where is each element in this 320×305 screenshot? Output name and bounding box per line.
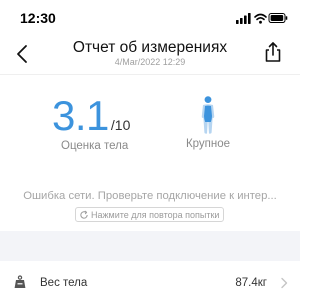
signal-bar-3 [244, 15, 247, 24]
page-title: Отчет об измерениях [72, 39, 228, 56]
section-separator [0, 231, 300, 261]
score-max: /10 [110, 117, 131, 133]
chevron-right-icon [281, 277, 288, 289]
row-label: Вес тела [40, 277, 88, 289]
score-value: 3.1 [52, 92, 109, 139]
measurement-date: 4/Mar/2022 12:29 [114, 57, 186, 67]
wifi-icon [254, 13, 267, 21]
row-value: 87.4кг [235, 277, 267, 289]
body-score: 3.1/10 Оценка тела [52, 92, 162, 152]
retry-button[interactable]: Нажмите для повтора попытки [75, 207, 225, 222]
status-time: 12:30 [20, 10, 56, 26]
status-bar: 12:30 [0, 0, 300, 36]
navigation-bar: Отчет об измерениях 4/Mar/2022 12:29 [0, 36, 300, 74]
body-type-label: Крупное [185, 138, 231, 150]
refresh-icon [80, 210, 88, 219]
score-label: Оценка тела [61, 140, 129, 152]
list-item-weight[interactable]: Вес тела 87.4кг [0, 261, 300, 305]
weight-icon [14, 275, 26, 288]
signal-bar-1 [236, 20, 239, 24]
share-icon [265, 42, 281, 62]
status-icons [236, 12, 288, 24]
network-error-message: Ошибка сети. Проверьте подключение к инт… [23, 190, 277, 202]
body-type: Крупное [180, 96, 236, 150]
body-figure-icon [201, 96, 215, 134]
status-indicators-icon [236, 13, 288, 24]
share-button[interactable] [262, 40, 284, 64]
signal-bar-4 [248, 13, 251, 24]
signal-bar-2 [240, 18, 243, 24]
retry-label: Нажмите для повтора попытки [91, 209, 220, 220]
header-divider [0, 74, 300, 75]
